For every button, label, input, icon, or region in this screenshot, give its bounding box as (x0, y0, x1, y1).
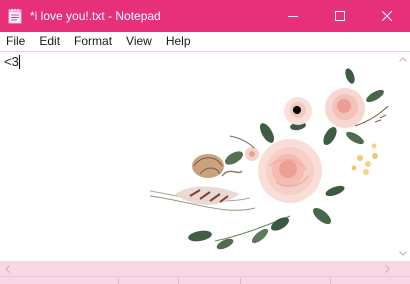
horizontal-scrollbar[interactable] (0, 261, 395, 276)
status-divider (330, 278, 331, 284)
minimize-icon (288, 16, 298, 17)
text-caret (19, 55, 20, 69)
scroll-right-button[interactable] (380, 261, 395, 276)
vertical-scrollbar[interactable] (395, 52, 410, 261)
editor-content[interactable]: <3 (4, 54, 19, 70)
close-button[interactable] (364, 0, 410, 32)
menu-file[interactable]: File (0, 32, 32, 51)
window-title: *i love you!.txt - Notepad (30, 9, 161, 23)
status-divider (118, 278, 119, 284)
scrollbar-corner (395, 261, 410, 276)
text-editor[interactable]: <3 (0, 52, 395, 261)
menu-help[interactable]: Help (159, 32, 198, 51)
maximize-icon (335, 11, 345, 21)
notepad-icon[interactable] (8, 8, 22, 24)
menu-edit[interactable]: Edit (32, 32, 67, 51)
maximize-button[interactable] (317, 0, 363, 32)
chevron-down-icon (398, 251, 407, 256)
status-divider (178, 278, 179, 284)
notepad-window: *i love you!.txt - Notepad File Edit For… (0, 0, 410, 284)
chevron-right-icon (385, 264, 390, 273)
watercolor-roses-illustration (149, 68, 389, 250)
chevron-left-icon (5, 264, 10, 273)
status-divider (240, 278, 241, 284)
title-bar[interactable]: *i love you!.txt - Notepad (0, 0, 410, 32)
scroll-left-button[interactable] (0, 261, 15, 276)
close-icon (382, 11, 392, 21)
menu-bar: File Edit Format View Help (0, 32, 410, 52)
scroll-up-button[interactable] (395, 52, 410, 67)
menu-view[interactable]: View (119, 32, 159, 51)
menu-format[interactable]: Format (67, 32, 119, 51)
minimize-button[interactable] (270, 0, 316, 32)
scroll-down-button[interactable] (395, 246, 410, 261)
chevron-up-icon (398, 57, 407, 62)
